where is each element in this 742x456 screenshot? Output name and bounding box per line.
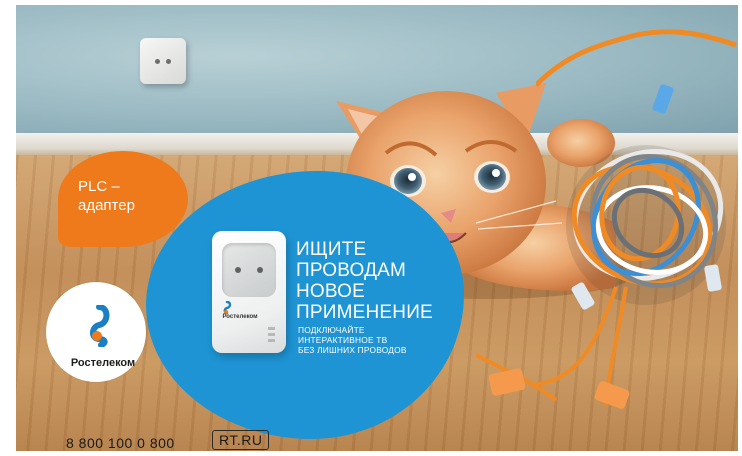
brand-name: Ростелеком bbox=[70, 357, 136, 369]
socket-hole-left bbox=[155, 59, 160, 64]
headline: ИЩИТЕ ПРОВОДАМ НОВОЕ ПРИМЕНЕНИЕ bbox=[296, 239, 433, 323]
subheadline-line-3: БЕЗ ЛИШНИХ ПРОВОДОВ bbox=[298, 345, 407, 355]
product-type-line-1: PLC – bbox=[78, 178, 120, 195]
subheadline-line-1: ПОДКЛЮЧАЙТЕ bbox=[298, 325, 365, 335]
socket-hole-right bbox=[166, 59, 171, 64]
adapter-logo-icon bbox=[223, 301, 232, 315]
adapter-brand-label: Ростелеком bbox=[222, 314, 258, 320]
adapter-pin-left bbox=[235, 267, 241, 273]
headline-line-1: ИЩИТЕ bbox=[296, 239, 367, 260]
wall-socket bbox=[140, 38, 186, 84]
subheadline: ПОДКЛЮЧАЙТЕ ИНТЕРАКТИВНОЕ ТВ БЕЗ ЛИШНИХ … bbox=[298, 325, 407, 355]
headline-line-2: ПРОВОДАМ bbox=[296, 260, 407, 281]
adapter-pin-right bbox=[257, 267, 263, 273]
adapter-status-leds bbox=[268, 327, 280, 345]
headline-line-4: ПРИМЕНЕНИЕ bbox=[296, 302, 433, 323]
advertisement-banner: PLC – адаптер Ростелеком Ростелеком ИЩИТЕ… bbox=[16, 5, 738, 451]
plc-adapter-image: Ростелеком bbox=[212, 231, 286, 353]
headline-line-3: НОВОЕ bbox=[296, 281, 365, 302]
adapter-socket bbox=[222, 243, 276, 297]
product-type-line-2: адаптер bbox=[78, 197, 135, 214]
product-type-label: PLC – адаптер bbox=[78, 177, 135, 215]
subheadline-line-2: ИНТЕРАКТИВНОЕ ТВ bbox=[298, 335, 388, 345]
cable-plugs-image bbox=[476, 353, 630, 409]
rostelecom-logo-icon bbox=[90, 305, 110, 347]
ad-frame: PLC – адаптер Ростелеком Ростелеком ИЩИТЕ… bbox=[0, 0, 742, 456]
phone-number: 8 800 100 0 800 bbox=[66, 435, 175, 451]
website-link[interactable]: RT.RU bbox=[212, 430, 270, 450]
